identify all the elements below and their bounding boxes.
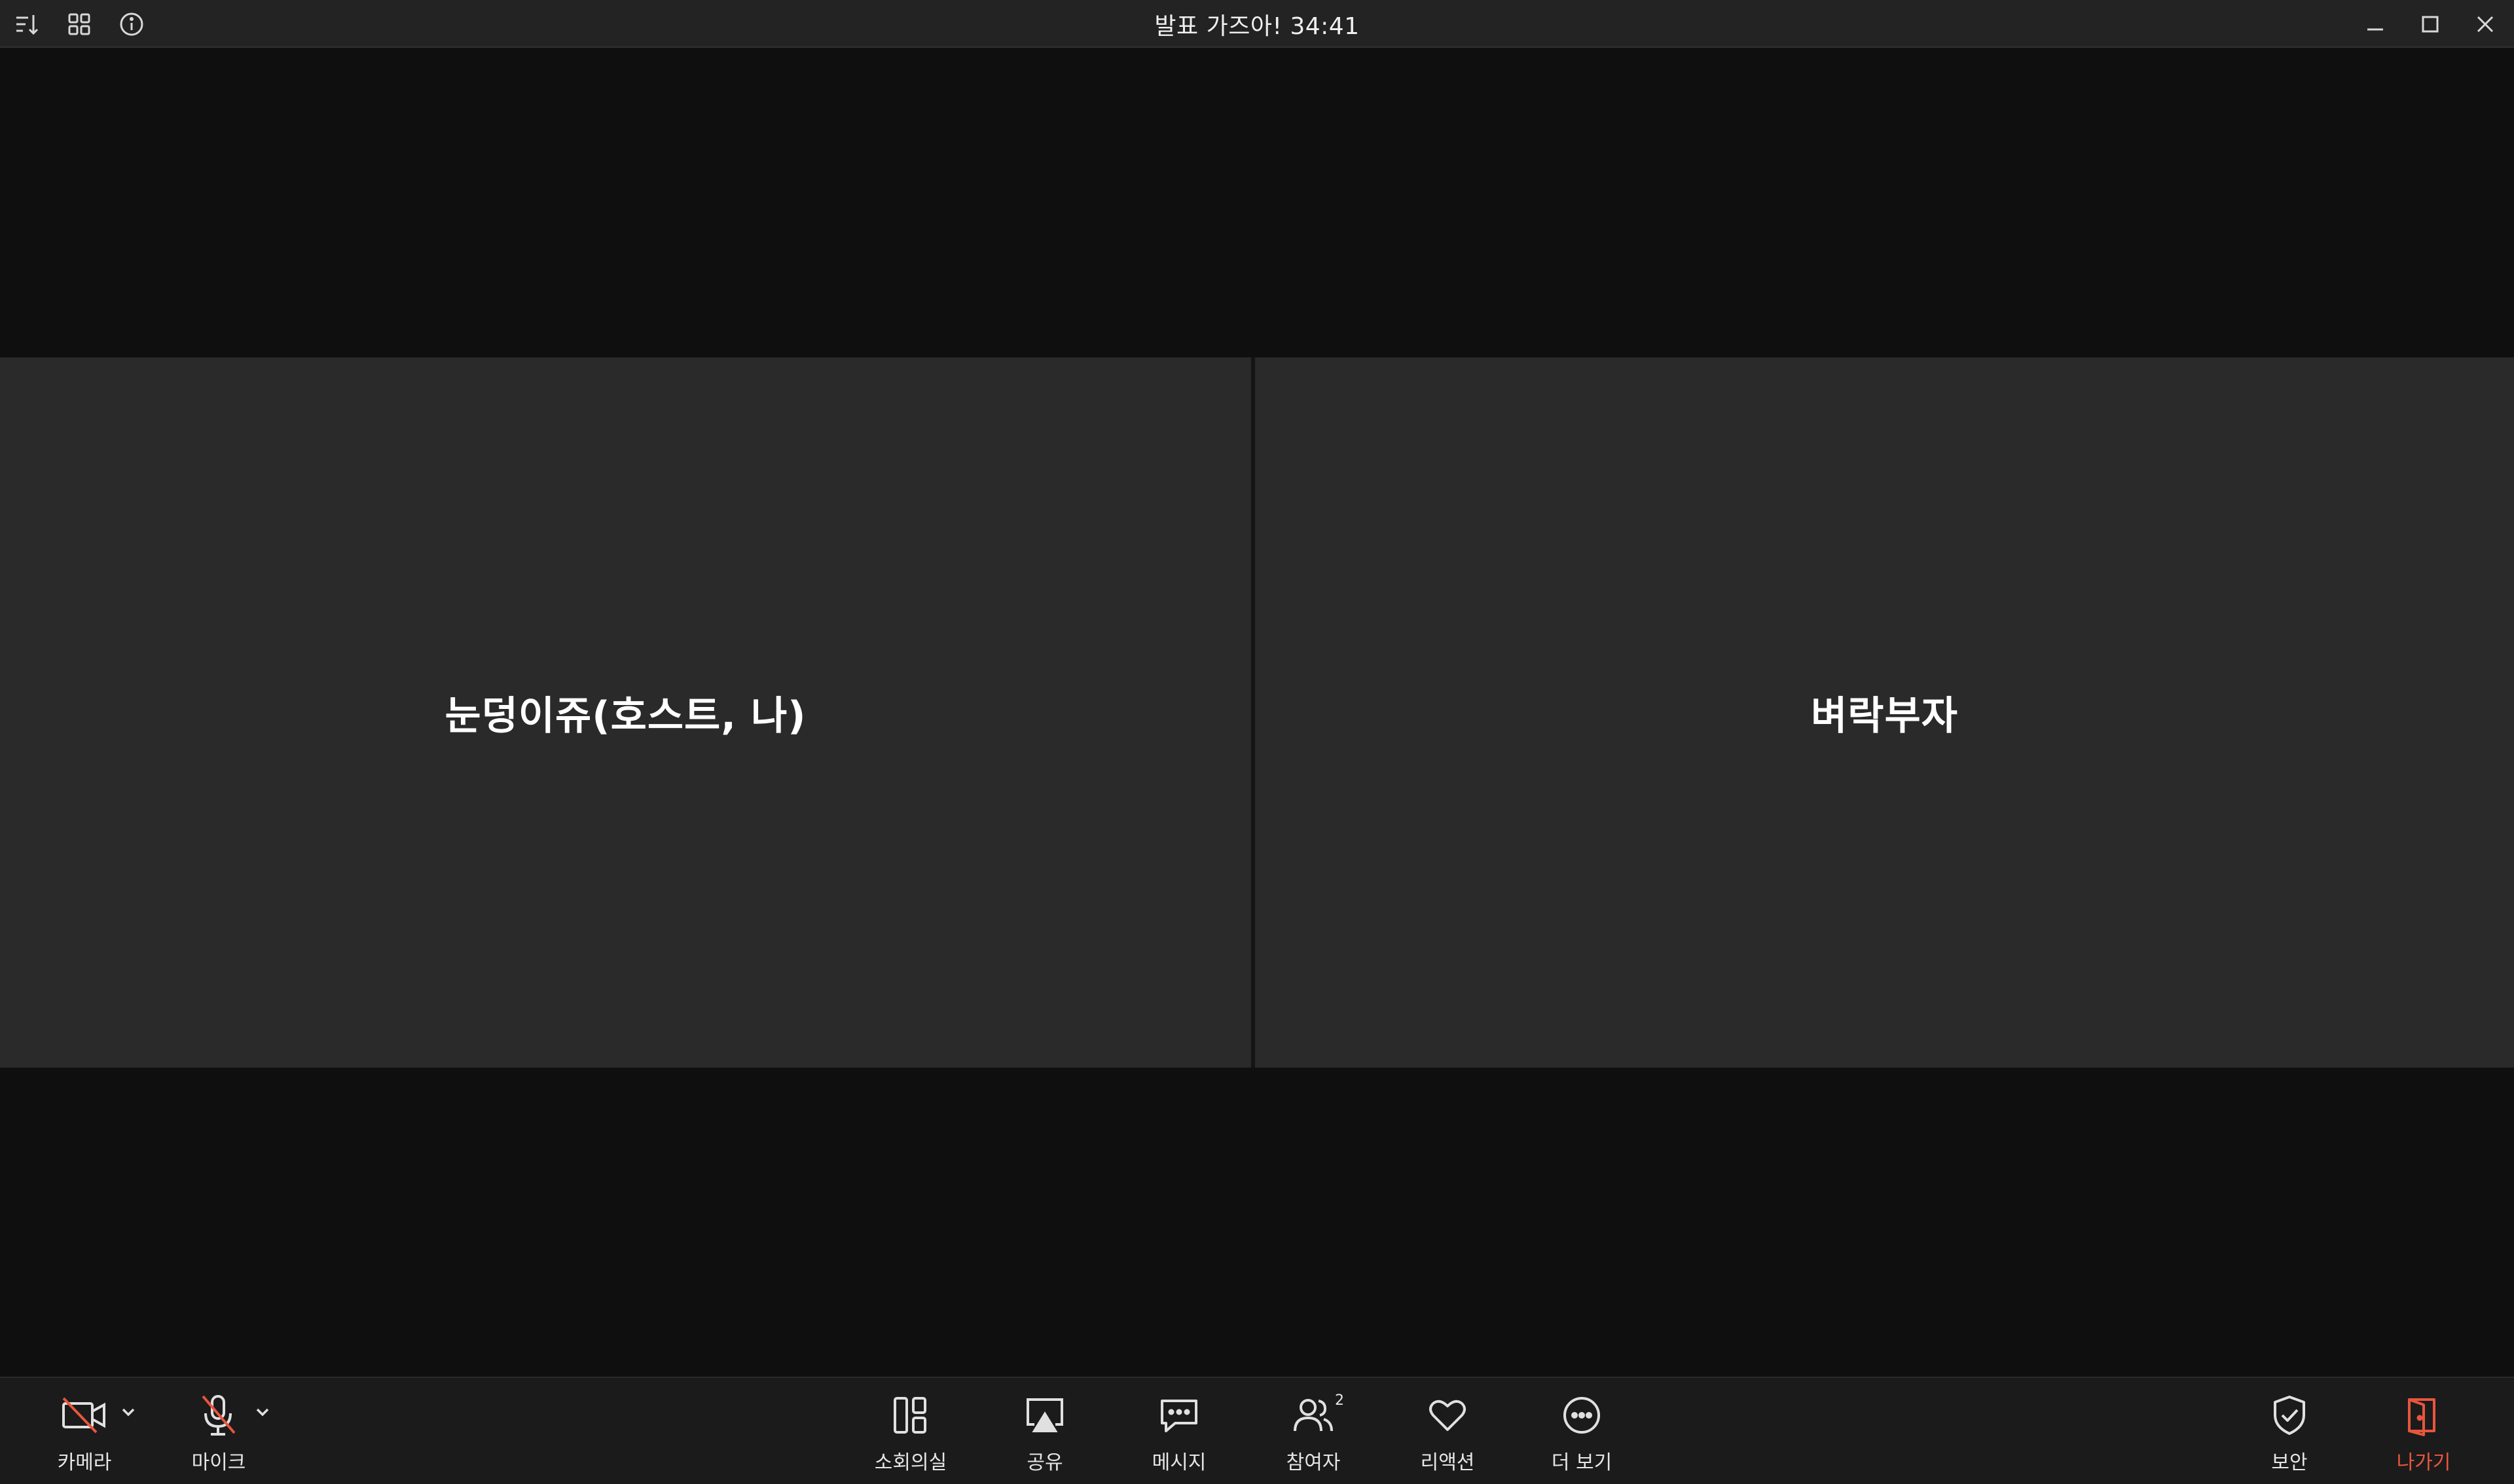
microphone-label: 마이크 [191,1451,246,1474]
minimize-button[interactable] [2359,9,2391,40]
participants-button[interactable]: 2 참여자 [1258,1390,1369,1475]
camera-label: 카메라 [57,1451,112,1474]
heart-icon [1421,1390,1474,1441]
video-tile-remote[interactable]: 벼락부자 [1255,357,2514,1068]
share-screen-icon [1019,1390,1071,1441]
chat-label: 메시지 [1152,1451,1207,1474]
shield-check-icon [2263,1390,2316,1441]
share-screen-button[interactable]: 공유 [989,1390,1101,1475]
more-label: 더 보기 [1551,1451,1612,1474]
meeting-toolbar: 카메라 마이크 소회의실 공유 메시지 2 참여자 리액션 더 보기 보안 나가… [0,1377,2514,1484]
reactions-button[interactable]: 리액션 [1392,1390,1503,1475]
mic-options-chevron-down-icon[interactable] [249,1399,276,1425]
breakout-rooms-icon [884,1390,937,1441]
security-label: 보안 [2271,1451,2308,1474]
meeting-title: 발표 가즈아! 34:41 [1154,12,1360,40]
chat-button[interactable]: 메시지 [1123,1390,1235,1475]
close-button[interactable] [2469,9,2501,40]
maximize-button[interactable] [2414,9,2446,40]
title-bar: 발표 가즈아! 34:41 [0,0,2514,48]
camera-options-chevron-down-icon[interactable] [115,1399,141,1425]
more-options-icon [1556,1390,1608,1441]
leave-door-icon [2397,1390,2450,1441]
mic-muted-icon [192,1390,245,1441]
participants-label: 참여자 [1286,1451,1341,1474]
breakout-rooms-label: 소회의실 [874,1451,947,1474]
share-label: 공유 [1027,1451,1063,1474]
more-button[interactable]: 더 보기 [1526,1390,1637,1475]
meeting-window: 발표 가즈아! 34:41 눈덩이쥬(호스트, 나) 벼락부자 카메라 마이크 … [0,0,2514,1484]
chat-bubble-icon [1153,1390,1205,1441]
window-controls [2359,0,2501,48]
security-button[interactable]: 보안 [2234,1390,2345,1475]
participants-icon [1287,1390,1339,1441]
breakout-rooms-button[interactable]: 소회의실 [855,1390,966,1475]
leave-label: 나가기 [2396,1451,2451,1474]
reactions-label: 리액션 [1420,1451,1475,1474]
leave-button[interactable]: 나가기 [2368,1390,2479,1475]
participant-name: 벼락부자 [1811,693,1958,739]
participant-name: 눈덩이쥬(호스트, 나) [445,693,807,739]
participants-count-badge: 2 [1335,1392,1344,1409]
camera-off-icon [58,1390,111,1441]
video-tile-self[interactable]: 눈덩이쥬(호스트, 나) [0,357,1251,1068]
